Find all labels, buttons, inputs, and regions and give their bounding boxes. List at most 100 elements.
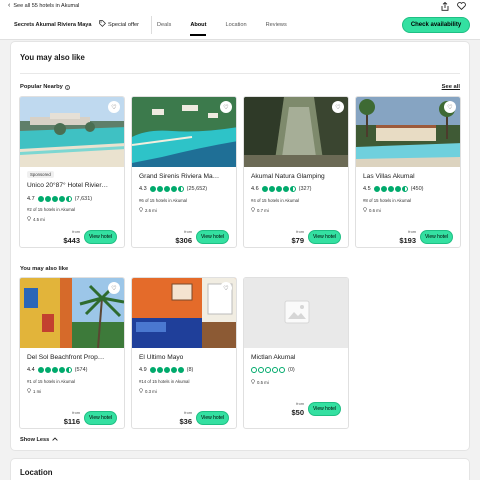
hotel-name[interactable]: Del Sol Beachfront Prop… (27, 354, 119, 361)
view-hotel-button[interactable]: View hotel (196, 230, 229, 244)
distance-value: 2.6 mi (145, 207, 157, 213)
hotel-rank: #4 of 15 hotels in Akumal (251, 198, 300, 203)
section-title: You may also like (20, 53, 85, 62)
price: $306 (175, 236, 192, 245)
price: $50 (291, 408, 304, 417)
share-icon[interactable] (441, 1, 449, 13)
rating-bubble (163, 367, 170, 373)
hotel-name[interactable]: Akumal Natura Glamping (251, 173, 343, 180)
price: $116 (63, 417, 80, 426)
chevron-left-icon: ‹ (8, 2, 11, 9)
hotel-card[interactable]: Mictlan Akumal (0) 0.5 mi from $50 View … (243, 277, 349, 429)
distance-value: 0.6 mi (369, 207, 381, 213)
hotel-name: Secrets Akumal Riviera Maya (14, 22, 92, 28)
rating: 4.7 (7,631) (27, 196, 92, 202)
rating-bubble (156, 367, 163, 373)
rating-bubble (177, 186, 184, 192)
rating-score: 4.5 (363, 186, 371, 192)
view-hotel-button[interactable]: View hotel (420, 230, 453, 244)
location-panel: Location (10, 458, 470, 480)
save-heart-icon[interactable]: ♡ (108, 282, 120, 294)
view-hotel-button[interactable]: View hotel (196, 411, 229, 425)
header-divider (151, 16, 152, 34)
rating-bubble (149, 367, 156, 373)
tab-deals[interactable]: Deals (157, 22, 171, 28)
heart-icon[interactable] (457, 2, 466, 13)
price-from-label: from (184, 410, 192, 415)
review-count[interactable]: (450) (411, 186, 424, 192)
rating-bubble (265, 367, 271, 373)
hotel-name[interactable]: Grand Sirenis Riviera Ma… (139, 173, 231, 180)
see-all-link[interactable]: See all (442, 84, 460, 90)
hotel-card[interactable]: ♡ Grand Sirenis Riviera Ma… 4.3 (25,652)… (131, 96, 237, 248)
review-count[interactable]: (7,631) (75, 196, 92, 202)
rating-bubble (387, 186, 394, 192)
tab-reviews[interactable]: Reviews (266, 22, 287, 28)
image-placeholder-icon (284, 300, 310, 326)
hotel-name[interactable]: El Ultimo Mayo (139, 354, 231, 361)
save-heart-icon[interactable]: ♡ (444, 101, 456, 113)
rating-score: 4.7 (27, 196, 35, 202)
distance-value: 0.3 mi (145, 388, 157, 394)
rating-bubble (37, 196, 44, 202)
hotel-card[interactable]: ♡ Sponsored Unico 20°87° Hotel Rivier… 4… (19, 96, 125, 248)
rating-score: 4.6 (251, 186, 259, 192)
tag-icon (99, 20, 106, 29)
review-count[interactable]: (327) (299, 186, 312, 192)
hotel-photo: ♡ (20, 278, 124, 348)
rating-bubble (275, 186, 282, 192)
distance: 4.5 mi (27, 216, 45, 222)
view-hotel-button[interactable]: View hotel (308, 402, 341, 416)
hotel-photo: ♡ (356, 97, 460, 167)
rating-bubble (44, 367, 51, 373)
review-count[interactable]: (25,652) (187, 186, 208, 192)
special-offer-label: Special offer (108, 21, 139, 28)
location-title: Location (20, 468, 53, 477)
hotel-card[interactable]: ♡ Akumal Natura Glamping 4.6 (327) #4 of… (243, 96, 349, 248)
hotel-name[interactable]: Unico 20°87° Hotel Rivier… (27, 182, 119, 189)
top-bar: ‹ See all 55 hotels in Akumal Secrets Ak… (0, 0, 480, 40)
back-link[interactable]: ‹ See all 55 hotels in Akumal (8, 2, 79, 9)
show-less-toggle[interactable]: Show Less (20, 437, 58, 443)
popular-nearby-heading: Popular Nearby i (20, 84, 70, 90)
rating-bubble (394, 186, 401, 192)
top-actions (441, 1, 466, 13)
rating-bubble (177, 367, 184, 373)
chevron-up-icon (52, 437, 58, 443)
location-pin-icon (363, 207, 367, 213)
distance-value: 4.5 mi (33, 216, 45, 222)
distance: 1 mi (27, 388, 41, 394)
check-availability-button[interactable]: Check availability (402, 17, 470, 33)
special-offer[interactable]: Special offer (99, 20, 139, 29)
view-hotel-button[interactable]: View hotel (308, 230, 341, 244)
tab-about[interactable]: About (190, 22, 207, 36)
rating: 4.4 (574) (27, 367, 88, 373)
save-heart-icon[interactable]: ♡ (332, 101, 344, 113)
distance: 2.6 mi (139, 207, 157, 213)
sponsored-badge: Sponsored (27, 171, 54, 178)
distance: 0.7 mi (251, 207, 269, 213)
rating: 4.6 (327) (251, 186, 312, 192)
rating-bubble (37, 367, 44, 373)
rating-bubble (65, 367, 72, 373)
save-heart-icon[interactable]: ♡ (220, 101, 232, 113)
hotel-card[interactable]: ♡ El Ultimo Mayo 4.9 (8) #14 of 15 hotel… (131, 277, 237, 429)
rating-bubble (251, 367, 257, 373)
info-icon[interactable]: i (64, 84, 70, 90)
view-hotel-button[interactable]: View hotel (84, 230, 117, 244)
save-heart-icon[interactable]: ♡ (108, 101, 120, 113)
price-from-label: from (72, 410, 80, 415)
save-heart-icon[interactable]: ♡ (220, 282, 232, 294)
hotel-name[interactable]: Las Villas Akumal (363, 173, 455, 180)
hotel-card[interactable]: ♡ Las Villas Akumal 4.5 (450) #8 of 15 h… (355, 96, 461, 248)
rating-bubble (58, 196, 65, 202)
tab-location[interactable]: Location (225, 22, 246, 28)
price: $79 (291, 236, 304, 245)
review-count[interactable]: (574) (75, 367, 88, 373)
review-count[interactable]: (8) (187, 367, 194, 373)
hotel-name[interactable]: Mictlan Akumal (251, 354, 343, 361)
rating-bubble (272, 367, 278, 373)
view-hotel-button[interactable]: View hotel (84, 411, 117, 425)
hotel-card[interactable]: ♡ Del Sol Beachfront Prop… 4.4 (574) #1 … (19, 277, 125, 429)
review-count[interactable]: (0) (288, 367, 295, 373)
